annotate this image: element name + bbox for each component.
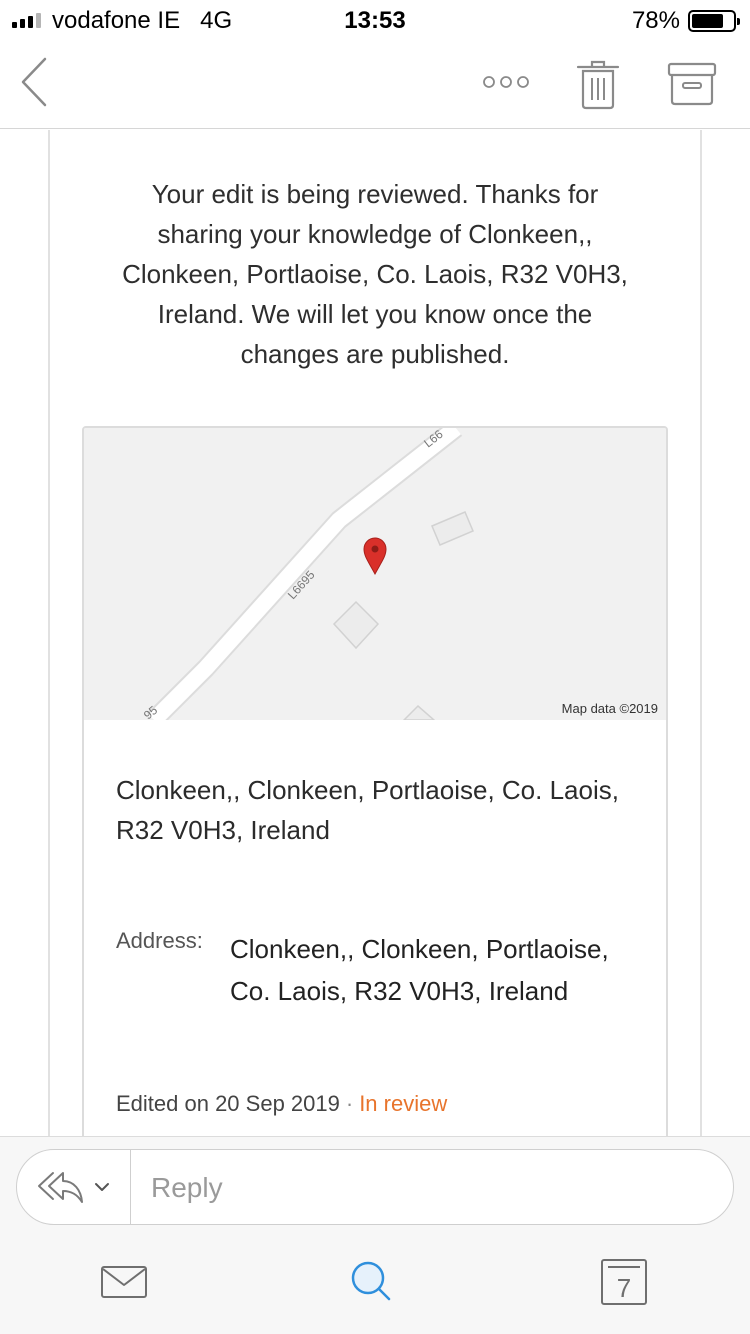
address-value: Clonkeen,, Clonkeen, Portlaoise, Co. Lao… (230, 934, 609, 1006)
reply-box (16, 1149, 734, 1225)
tab-mail[interactable] (94, 1254, 154, 1310)
edited-date: Edited on 20 Sep 2019 (116, 1091, 340, 1116)
archive-icon (667, 62, 717, 106)
place-name: Clonkeen,, Clonkeen, Portlaoise, Co. Lao… (116, 775, 619, 845)
map-credit: Map data ©2019 (559, 701, 660, 716)
review-status: In review (359, 1091, 448, 1116)
more-horizontal-icon (483, 76, 529, 88)
more-button[interactable] (474, 62, 538, 102)
tab-search[interactable] (342, 1254, 402, 1310)
back-button[interactable] (10, 50, 58, 114)
calendar-icon: 7 (601, 1259, 647, 1305)
edit-status-line: Edited on 20 Sep 2019 · In review (116, 1091, 447, 1117)
reply-input[interactable] (151, 1170, 711, 1206)
review-notice-text: Your edit is being reviewed. Thanks for … (122, 179, 628, 369)
battery-icon (688, 10, 740, 32)
delete-button[interactable] (572, 56, 624, 112)
separator: · (345, 1091, 354, 1116)
place-card[interactable]: L6695 L66 95 Map data ©2019 Clonkeen,, C… (82, 426, 668, 1136)
reply-all-icon (37, 1172, 83, 1203)
reply-bar (0, 1136, 750, 1234)
tab-calendar[interactable]: 7 (594, 1254, 654, 1310)
mail-icon (101, 1266, 147, 1298)
bottom-tab-bar: 7 (0, 1234, 750, 1334)
map-graphic: L6695 L66 95 (84, 428, 666, 720)
trash-icon (576, 60, 620, 110)
address-label: Address: (116, 928, 203, 953)
search-icon (351, 1261, 391, 1301)
status-bar: vodafone IE 4G 13:53 78% (0, 0, 750, 40)
chevron-down-icon (94, 1183, 109, 1191)
message-toolbar (0, 40, 750, 129)
map-preview[interactable]: L6695 L66 95 Map data ©2019 (84, 428, 666, 720)
reply-options-button[interactable] (17, 1150, 131, 1224)
archive-button[interactable] (662, 56, 722, 112)
message-body: Your edit is being reviewed. Thanks for … (0, 130, 750, 1136)
battery-percent: 78% (631, 7, 680, 34)
chevron-left-icon (21, 57, 47, 107)
calendar-day: 7 (617, 1273, 631, 1303)
